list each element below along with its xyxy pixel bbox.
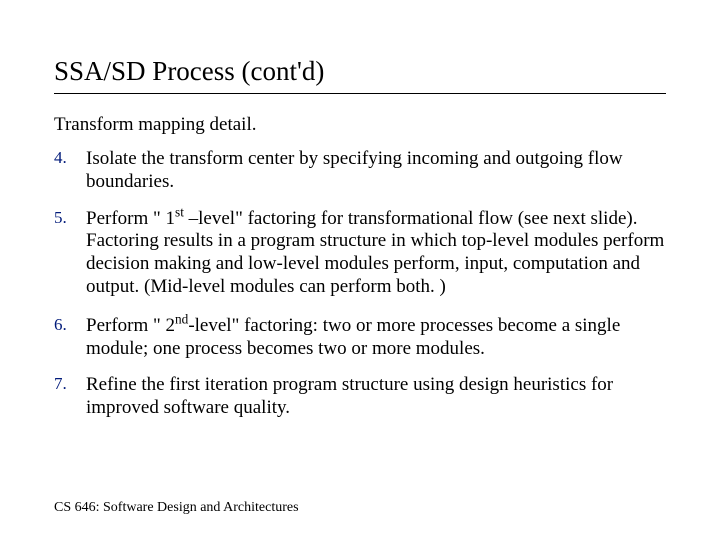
list-item: 6. Perform " 2nd-level" factoring: two o… [54,315,666,361]
slide-title: SSA/SD Process (cont'd) [54,56,666,94]
list-item: 4. Isolate the transform center by speci… [54,148,666,194]
steps-list: 4. Isolate the transform center by speci… [54,148,666,420]
list-number: 6. [54,315,86,361]
list-item: 5. Perform " 1st –level" factoring for t… [54,208,666,299]
footer: CS 646: Software Design and Architecture… [54,500,299,516]
list-text: Isolate the transform center by specifyi… [86,148,666,194]
list-number: 5. [54,208,86,299]
superscript: nd [175,311,188,326]
list-text: Perform " 2nd-level" factoring: two or m… [86,315,666,361]
list-item: 7. Refine the first iteration program st… [54,374,666,420]
superscript: st [175,204,184,219]
list-text: Perform " 1st –level" factoring for tran… [86,208,666,299]
list-text: Refine the first iteration program struc… [86,374,666,420]
subtitle: Transform mapping detail. [54,114,666,136]
list-number: 4. [54,148,86,194]
list-number: 7. [54,374,86,420]
